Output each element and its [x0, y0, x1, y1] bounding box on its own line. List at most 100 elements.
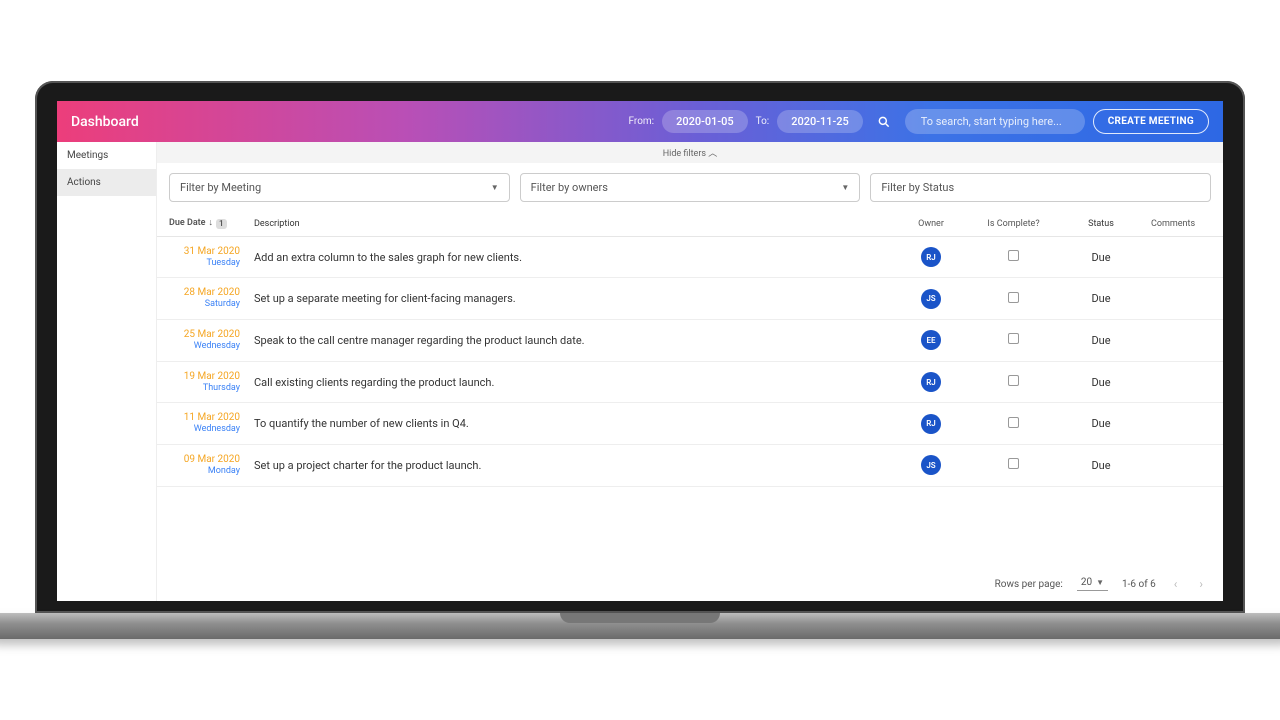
complete-checkbox[interactable] — [1008, 250, 1019, 261]
chevron-up-icon: ︿ — [708, 149, 717, 159]
pager: Rows per page: 20 ▼ 1-6 of 6 ‹ › — [157, 567, 1223, 601]
owner-avatar[interactable]: EE — [921, 330, 941, 350]
cell-status: Due — [1061, 292, 1141, 305]
hide-filters-label: Hide filters — [663, 149, 706, 159]
complete-checkbox[interactable] — [1008, 417, 1019, 428]
table-row[interactable]: 31 Mar 2020TuesdayAdd an extra column to… — [157, 237, 1223, 279]
cell-due-date: 28 Mar 2020Saturday — [169, 286, 254, 311]
page-prev[interactable]: ‹ — [1170, 577, 1182, 591]
cell-is-complete — [966, 375, 1061, 389]
col-comments[interactable]: Comments — [1141, 219, 1211, 229]
from-label: From: — [629, 116, 655, 127]
cell-status: Due — [1061, 251, 1141, 264]
cell-is-complete — [966, 250, 1061, 264]
from-date-input[interactable]: 2020-01-05 — [662, 110, 748, 133]
rows-per-page-value: 20 — [1081, 577, 1092, 588]
cell-status: Due — [1061, 417, 1141, 430]
caret-down-icon: ▼ — [491, 183, 499, 192]
cell-is-complete — [966, 417, 1061, 431]
complete-checkbox[interactable] — [1008, 333, 1019, 344]
table-row[interactable]: 25 Mar 2020WednesdaySpeak to the call ce… — [157, 320, 1223, 362]
cell-due-date: 19 Mar 2020Thursday — [169, 370, 254, 395]
cell-owner: JS — [896, 455, 966, 475]
sidebar-item-actions[interactable]: Actions — [57, 169, 156, 196]
cell-owner: RJ — [896, 372, 966, 392]
table-header: Due Date ↓ 1 Description Owner Is Comple… — [157, 212, 1223, 237]
col-due-date-label: Due Date — [169, 218, 206, 230]
search-input[interactable] — [905, 109, 1085, 134]
rows-per-page-select[interactable]: 20 ▼ — [1077, 577, 1108, 591]
sidebar: Meetings Actions — [57, 142, 157, 601]
cell-owner: EE — [896, 330, 966, 350]
create-meeting-button[interactable]: CREATE MEETING — [1093, 109, 1209, 134]
hide-filters-toggle[interactable]: Hide filters ︿ — [157, 142, 1223, 163]
caret-down-icon: ▼ — [841, 183, 849, 192]
cell-description: To quantify the number of new clients in… — [254, 417, 896, 430]
filter-by-owners[interactable]: Filter by owners ▼ — [520, 173, 861, 202]
filter-by-meeting-label: Filter by Meeting — [180, 181, 261, 194]
app-header: Dashboard From: 2020-01-05 To: 2020-11-2… — [57, 101, 1223, 142]
owner-avatar[interactable]: JS — [921, 289, 941, 309]
cell-owner: RJ — [896, 414, 966, 434]
page-next[interactable]: › — [1195, 577, 1207, 591]
cell-description: Call existing clients regarding the prod… — [254, 376, 896, 389]
owner-avatar[interactable]: JS — [921, 455, 941, 475]
main-panel: Hide filters ︿ Filter by Meeting ▼ Filte… — [157, 142, 1223, 601]
cell-status: Due — [1061, 334, 1141, 347]
app-root: Dashboard From: 2020-01-05 To: 2020-11-2… — [57, 101, 1223, 601]
cell-description: Set up a separate meeting for client-fac… — [254, 292, 896, 305]
cell-is-complete — [966, 292, 1061, 306]
owner-avatar[interactable]: RJ — [921, 247, 941, 267]
table-row[interactable]: 28 Mar 2020SaturdaySet up a separate mee… — [157, 278, 1223, 320]
rows-per-page-label: Rows per page: — [995, 579, 1063, 590]
cell-is-complete — [966, 333, 1061, 347]
cell-due-date: 11 Mar 2020Wednesday — [169, 411, 254, 436]
col-due-date[interactable]: Due Date ↓ 1 — [169, 218, 254, 230]
cell-owner: RJ — [896, 247, 966, 267]
search-icon[interactable] — [877, 115, 891, 129]
col-owner[interactable]: Owner — [896, 219, 966, 229]
app-screen: Dashboard From: 2020-01-05 To: 2020-11-2… — [57, 101, 1223, 601]
page-title: Dashboard — [71, 114, 139, 130]
col-is-complete[interactable]: Is Complete? — [966, 219, 1061, 229]
cell-status: Due — [1061, 376, 1141, 389]
table-row[interactable]: 11 Mar 2020WednesdayTo quantify the numb… — [157, 403, 1223, 445]
owner-avatar[interactable]: RJ — [921, 414, 941, 434]
col-description[interactable]: Description — [254, 219, 896, 229]
laptop-notch — [560, 613, 720, 623]
table-body: 31 Mar 2020TuesdayAdd an extra column to… — [157, 237, 1223, 487]
caret-down-icon: ▼ — [1096, 578, 1104, 587]
complete-checkbox[interactable] — [1008, 292, 1019, 303]
complete-checkbox[interactable] — [1008, 375, 1019, 386]
filter-by-meeting[interactable]: Filter by Meeting ▼ — [169, 173, 510, 202]
sidebar-item-meetings[interactable]: Meetings — [57, 142, 156, 169]
cell-due-date: 09 Mar 2020Monday — [169, 453, 254, 478]
owner-avatar[interactable]: RJ — [921, 372, 941, 392]
filters-row: Filter by Meeting ▼ Filter by owners ▼ F… — [157, 163, 1223, 212]
laptop-base — [0, 613, 1280, 639]
sort-down-icon: ↓ — [209, 218, 214, 230]
laptop-frame: Dashboard From: 2020-01-05 To: 2020-11-2… — [35, 81, 1245, 639]
filter-by-status-label: Filter by Status — [881, 181, 954, 194]
cell-owner: JS — [896, 289, 966, 309]
cell-due-date: 31 Mar 2020Tuesday — [169, 245, 254, 270]
to-date-input[interactable]: 2020-11-25 — [777, 110, 863, 133]
to-label: To: — [756, 116, 770, 127]
complete-checkbox[interactable] — [1008, 458, 1019, 469]
cell-is-complete — [966, 458, 1061, 472]
filter-by-status[interactable]: Filter by Status — [870, 173, 1211, 202]
sort-order-badge: 1 — [216, 219, 227, 229]
cell-status: Due — [1061, 459, 1141, 472]
actions-table: Due Date ↓ 1 Description Owner Is Comple… — [157, 212, 1223, 567]
cell-description: Set up a project charter for the product… — [254, 459, 896, 472]
body-area: Meetings Actions Hide filters ︿ Filter b… — [57, 142, 1223, 601]
cell-description: Add an extra column to the sales graph f… — [254, 251, 896, 264]
laptop-bezel: Dashboard From: 2020-01-05 To: 2020-11-2… — [35, 81, 1245, 613]
cell-due-date: 25 Mar 2020Wednesday — [169, 328, 254, 353]
table-row[interactable]: 19 Mar 2020ThursdayCall existing clients… — [157, 362, 1223, 404]
col-status[interactable]: Status — [1061, 219, 1141, 229]
filter-by-owners-label: Filter by owners — [531, 181, 608, 194]
table-row[interactable]: 09 Mar 2020MondaySet up a project charte… — [157, 445, 1223, 487]
page-range: 1-6 of 6 — [1122, 579, 1156, 590]
cell-description: Speak to the call centre manager regardi… — [254, 334, 896, 347]
